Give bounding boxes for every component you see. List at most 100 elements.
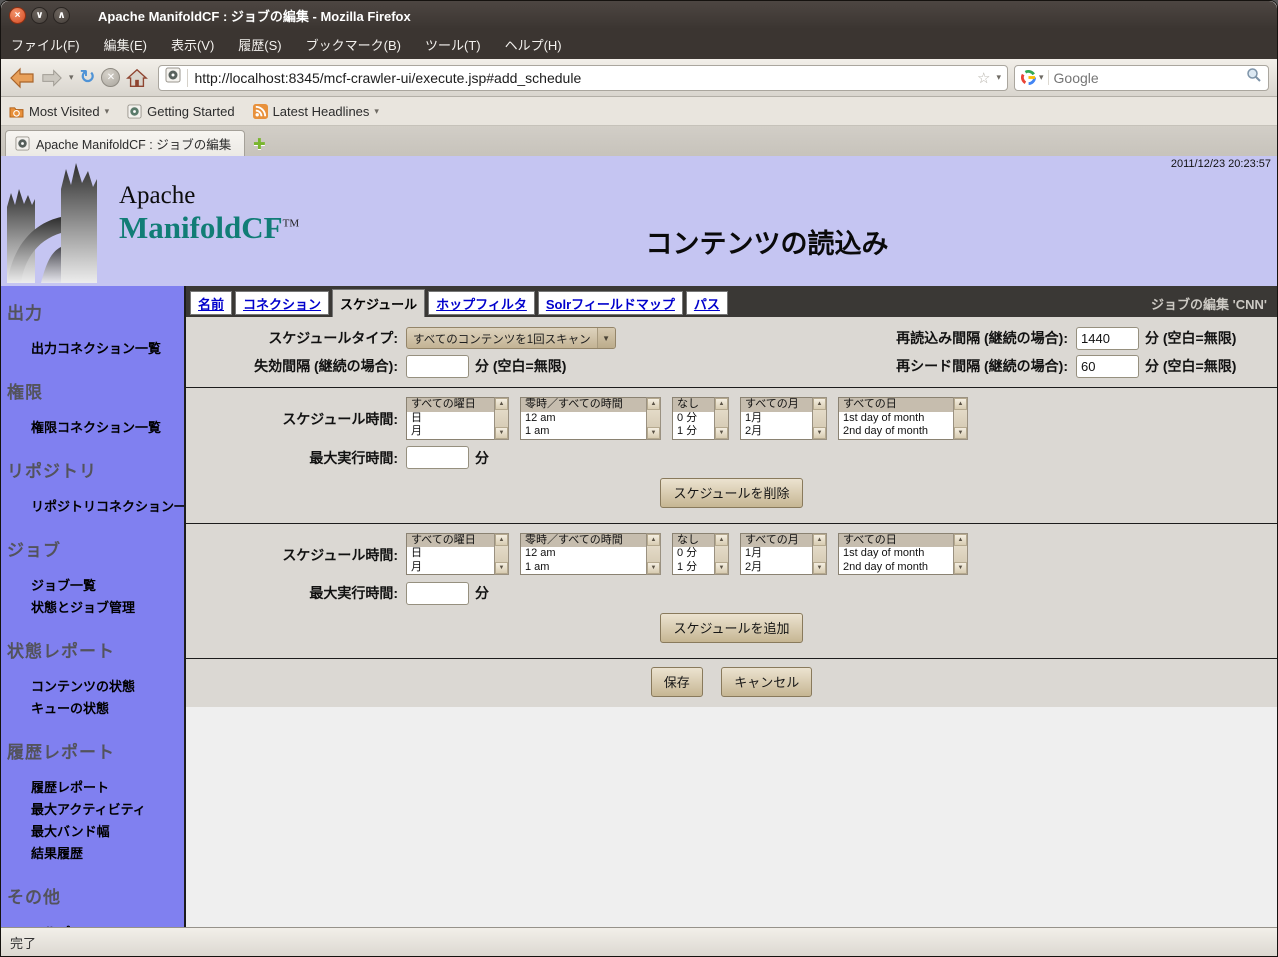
tab-name[interactable]: 名前	[190, 291, 232, 315]
select-option[interactable]: 2月	[741, 561, 812, 575]
select-option[interactable]: 12 am	[521, 547, 646, 561]
home-icon[interactable]	[126, 67, 148, 89]
window-minimize-button[interactable]: ∨	[31, 7, 48, 24]
sidebar-item-job-list[interactable]: ジョブ一覧	[7, 574, 180, 596]
add-schedule-button[interactable]: スケジュールを追加	[660, 613, 802, 643]
select-scrollbar[interactable]	[812, 533, 827, 576]
url-input[interactable]	[194, 70, 971, 86]
cancel-button[interactable]: キャンセル	[721, 667, 812, 697]
select-option[interactable]: すべての日	[839, 534, 953, 548]
select-option[interactable]: 1月	[741, 547, 812, 561]
sidebar-item-job-status[interactable]: 状態とジョブ管理	[7, 596, 180, 618]
sidebar-item-history-report[interactable]: 履歴レポート	[7, 776, 180, 798]
delete-schedule-button[interactable]: スケジュールを削除	[660, 478, 802, 508]
reload-icon[interactable]: ↻	[80, 68, 96, 87]
dayofweek-select[interactable]: すべての曜日 日 月	[406, 397, 509, 440]
select-scrollbar[interactable]	[646, 397, 661, 440]
search-input[interactable]	[1054, 70, 1241, 86]
dayofweek-select[interactable]: すべての曜日 日 月	[406, 533, 509, 576]
browser-tab[interactable]: Apache ManifoldCF : ジョブの編集	[5, 130, 245, 156]
select-option[interactable]: 12 am	[521, 412, 646, 426]
select-option[interactable]: すべての曜日	[407, 398, 494, 412]
back-forward-dropdown-icon[interactable]: ▾	[69, 72, 74, 83]
select-scrollbar[interactable]	[494, 397, 509, 440]
minute-select[interactable]: なし 0 分 1 分	[672, 397, 729, 440]
month-select[interactable]: すべての月 1月 2月	[740, 397, 827, 440]
select-option[interactable]: 1月	[741, 412, 812, 426]
select-scrollbar[interactable]	[646, 533, 661, 576]
url-bar[interactable]: ☆ ▾	[158, 65, 1008, 91]
sidebar-item-result-history[interactable]: 結果履歴	[7, 842, 180, 864]
schedule-type-select[interactable]: すべてのコンテンツを1回スキャン ▼	[406, 327, 616, 349]
bookmark-most-visited[interactable]: Most Visited ▾	[9, 104, 109, 119]
minute-select[interactable]: なし 0 分 1 分	[672, 533, 729, 576]
select-option[interactable]: 0 分	[673, 547, 714, 561]
select-option[interactable]: すべての月	[741, 534, 812, 548]
hour-select[interactable]: 零時／すべての時間 12 am 1 am	[520, 533, 661, 576]
sidebar-item-max-activity[interactable]: 最大アクティビティ	[7, 798, 180, 820]
select-option[interactable]: 2nd day of month	[839, 561, 953, 575]
select-option[interactable]: 1 am	[521, 561, 646, 575]
expiration-interval-input[interactable]	[406, 355, 469, 378]
new-tab-button[interactable]: ✚	[251, 135, 270, 156]
sidebar-item-output-connections[interactable]: 出力コネクション一覧	[7, 337, 180, 359]
dayofmonth-select[interactable]: すべての日 1st day of month 2nd day of month	[838, 397, 968, 440]
select-option[interactable]: すべての曜日	[407, 534, 494, 548]
search-bar[interactable]: ▾	[1014, 65, 1269, 91]
max-run-time-input[interactable]	[406, 446, 469, 469]
select-option[interactable]: 日	[407, 547, 494, 561]
menu-file[interactable]: ファイル(F)	[11, 35, 80, 54]
reseed-interval-input[interactable]	[1076, 355, 1139, 378]
tab-solr-field-map[interactable]: Solrフィールドマップ	[538, 291, 683, 315]
select-scrollbar[interactable]	[953, 533, 968, 576]
sidebar-item-max-bandwidth[interactable]: 最大バンド幅	[7, 820, 180, 842]
select-option[interactable]: 2月	[741, 425, 812, 439]
menu-bookmarks[interactable]: ブックマーク(B)	[306, 35, 401, 54]
save-button[interactable]: 保存	[651, 667, 703, 697]
menu-edit[interactable]: 編集(E)	[104, 35, 147, 54]
select-option[interactable]: すべての月	[741, 398, 812, 412]
menu-view[interactable]: 表示(V)	[171, 35, 214, 54]
menu-help[interactable]: ヘルプ(H)	[505, 35, 562, 54]
select-scrollbar[interactable]	[714, 533, 729, 576]
search-engine-dropdown-icon[interactable]: ▾	[1039, 72, 1044, 83]
select-option[interactable]: 零時／すべての時間	[521, 534, 646, 548]
forward-icon[interactable]	[41, 68, 63, 88]
select-option[interactable]: 1 分	[673, 561, 714, 575]
back-icon[interactable]	[9, 66, 35, 90]
window-maximize-button[interactable]: ∧	[53, 7, 70, 24]
url-dropdown-icon[interactable]: ▾	[996, 72, 1001, 83]
select-option[interactable]: すべての日	[839, 398, 953, 412]
max-run-time-input[interactable]	[406, 582, 469, 605]
month-select[interactable]: すべての月 1月 2月	[740, 533, 827, 576]
select-scrollbar[interactable]	[494, 533, 509, 576]
search-engine-button[interactable]: ▾	[1021, 70, 1049, 85]
window-close-button[interactable]: ×	[9, 7, 26, 24]
select-option[interactable]: 1st day of month	[839, 547, 953, 561]
select-option[interactable]: 2nd day of month	[839, 425, 953, 439]
select-scrollbar[interactable]	[812, 397, 827, 440]
select-option[interactable]: 0 分	[673, 412, 714, 426]
select-option[interactable]: 1 分	[673, 425, 714, 439]
menu-history[interactable]: 履歴(S)	[238, 35, 281, 54]
hour-select[interactable]: 零時／すべての時間 12 am 1 am	[520, 397, 661, 440]
tab-path[interactable]: パス	[686, 291, 728, 315]
select-option[interactable]: 1 am	[521, 425, 646, 439]
bookmark-latest-headlines[interactable]: Latest Headlines ▾	[253, 104, 379, 119]
bookmark-getting-started[interactable]: Getting Started	[127, 104, 234, 119]
menu-tools[interactable]: ツール(T)	[425, 35, 481, 54]
select-option[interactable]: 月	[407, 425, 494, 439]
dayofmonth-select[interactable]: すべての日 1st day of month 2nd day of month	[838, 533, 968, 576]
select-scrollbar[interactable]	[714, 397, 729, 440]
search-magnifier-icon[interactable]	[1246, 67, 1262, 88]
stop-icon[interactable]: ✕	[101, 68, 120, 87]
sidebar-item-document-status[interactable]: コンテンツの状態	[7, 675, 180, 697]
sidebar-item-queue-status[interactable]: キューの状態	[7, 697, 180, 719]
select-option[interactable]: なし	[673, 398, 714, 412]
select-scrollbar[interactable]	[953, 397, 968, 440]
recrawl-interval-input[interactable]	[1076, 327, 1139, 350]
tab-connection[interactable]: コネクション	[235, 291, 329, 315]
select-option[interactable]: 月	[407, 561, 494, 575]
select-option[interactable]: 1st day of month	[839, 412, 953, 426]
tab-hop-filters[interactable]: ホップフィルタ	[428, 291, 535, 315]
